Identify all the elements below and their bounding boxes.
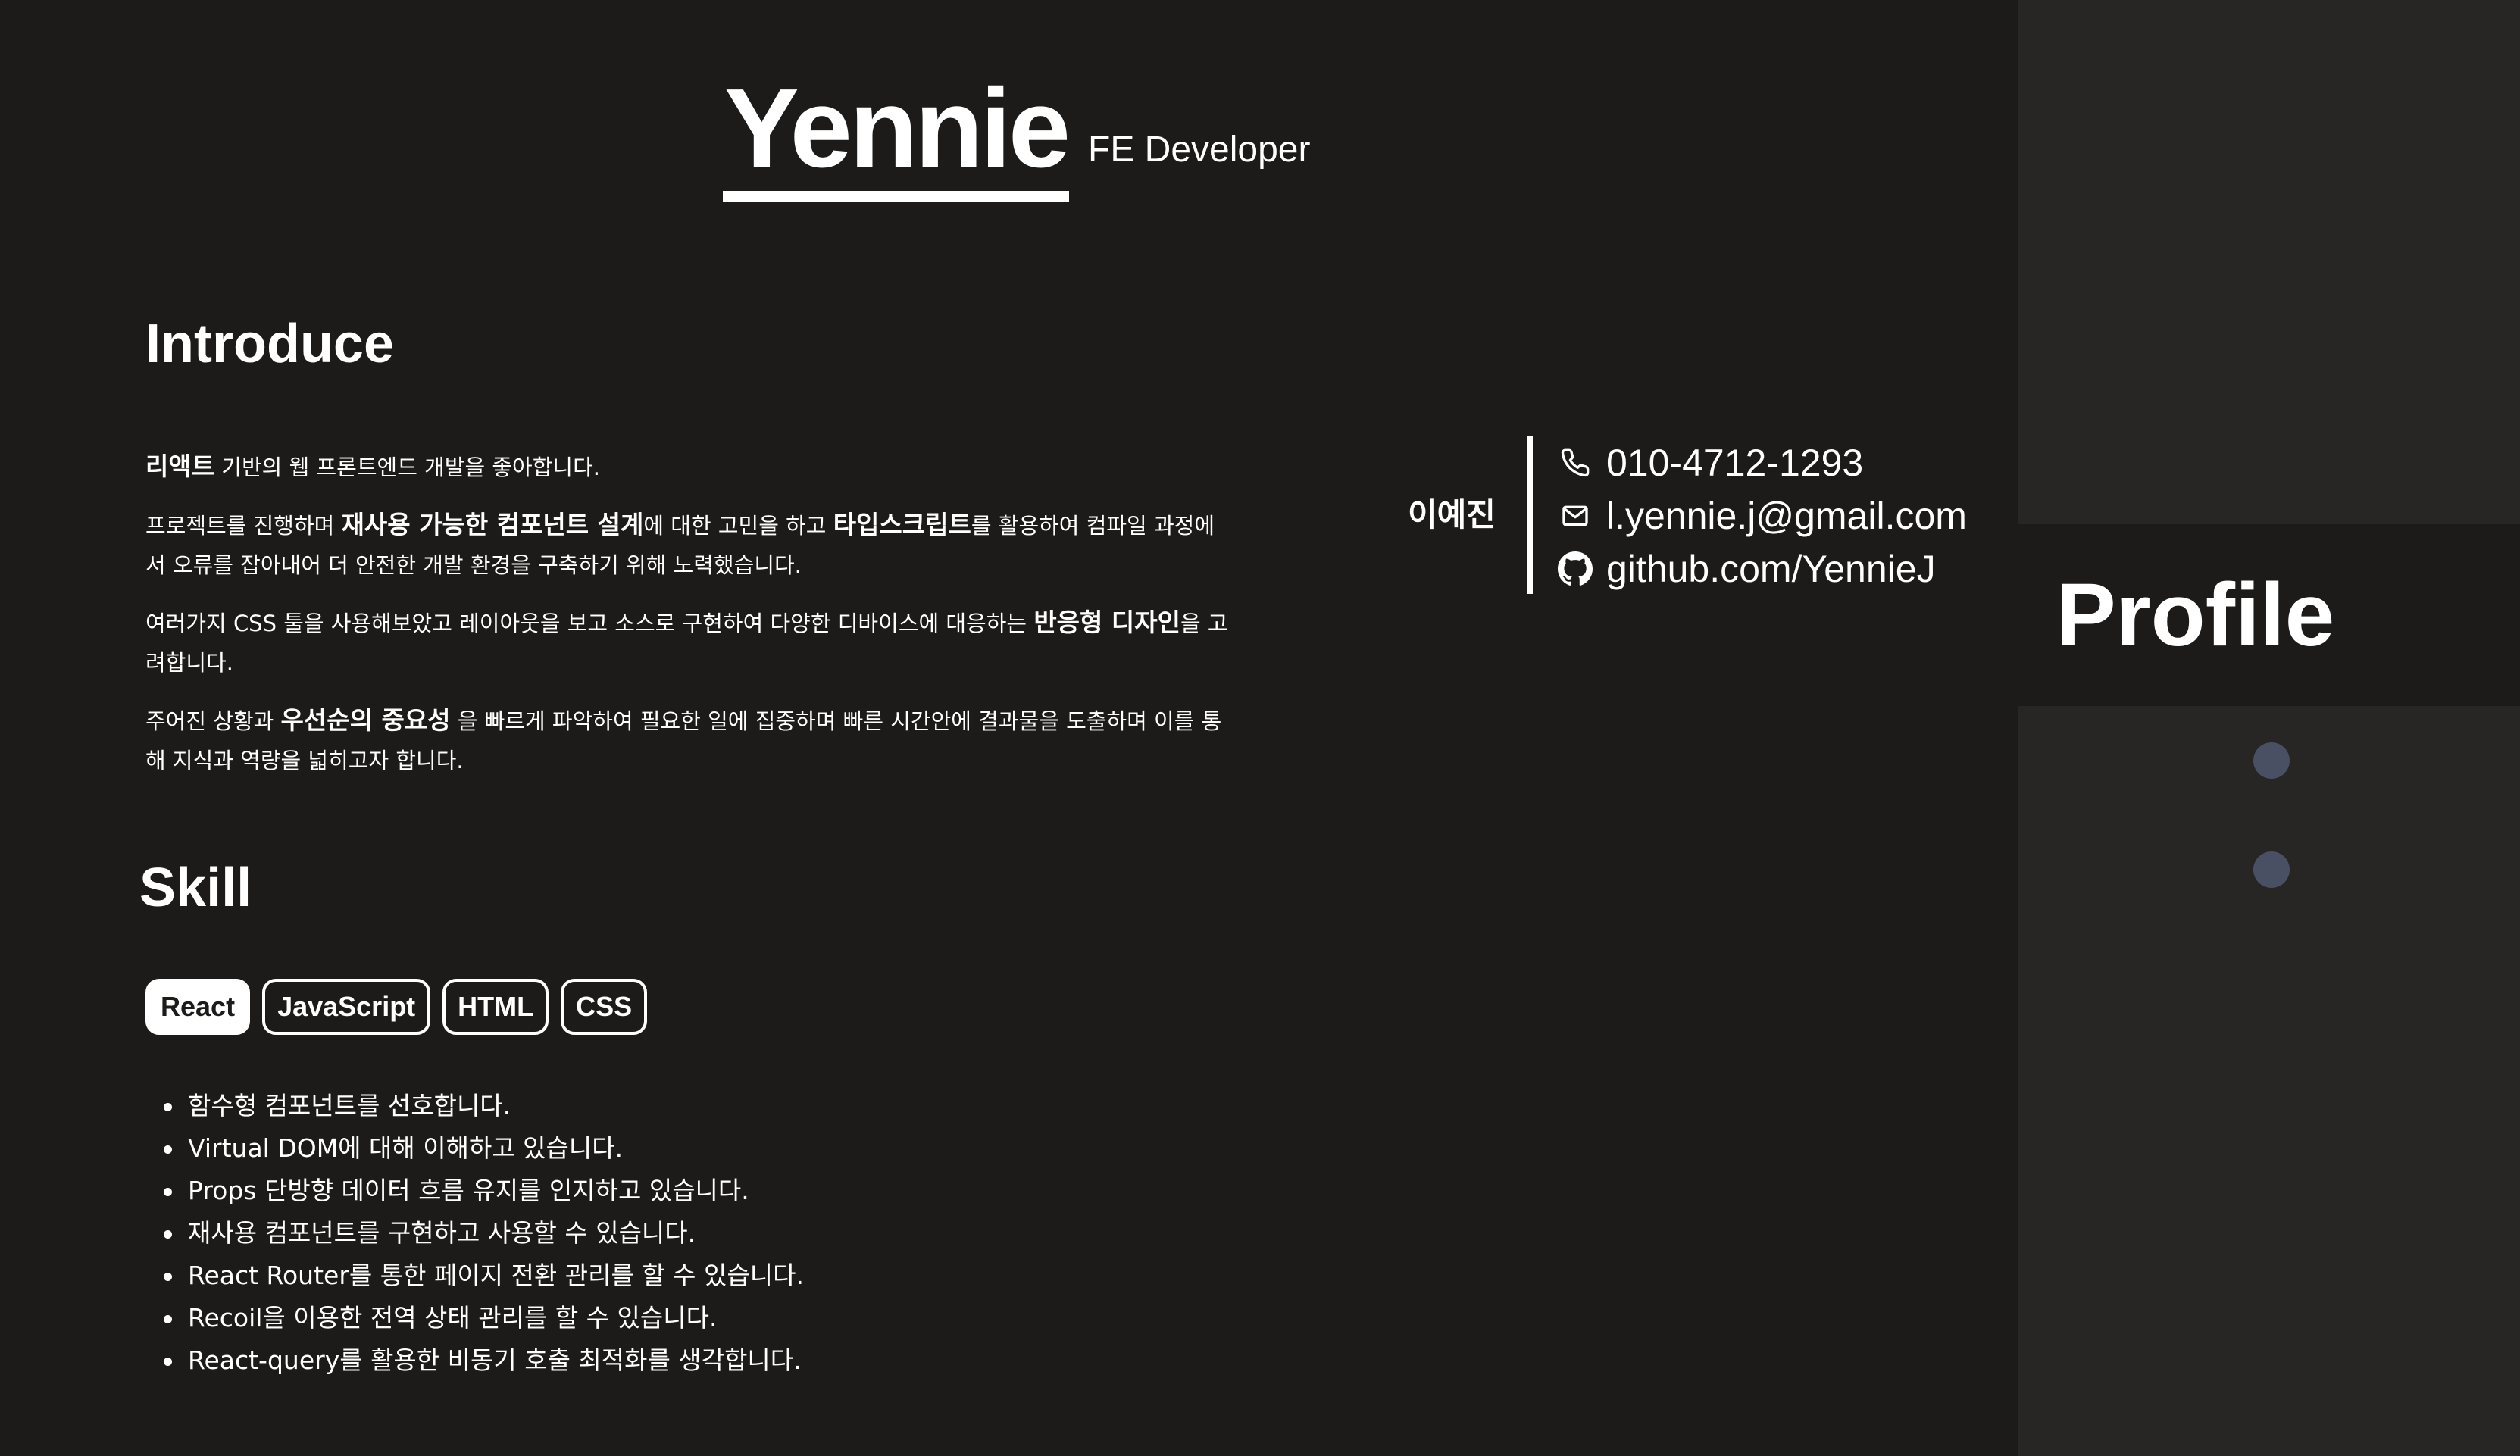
highlight-text: 반응형 디자인 bbox=[1033, 608, 1180, 637]
sidebar-title-band: Profile bbox=[2018, 524, 2520, 706]
skill-item: React Router를 통한 페이지 전환 관리를 할 수 있습니다. bbox=[145, 1254, 804, 1297]
introduce-text: 리액트 기반의 웹 프론트엔드 개발을 좋아합니다. 프로젝트를 진행하며 재사용… bbox=[145, 447, 1229, 798]
contact-divider bbox=[1527, 436, 1533, 594]
contact-email: l.yennie.j@gmail.com bbox=[1556, 489, 1967, 542]
skill-item: 재사용 컴포넌트를 구현하고 사용할 수 있습니다. bbox=[145, 1212, 804, 1254]
github-icon bbox=[1556, 550, 1594, 588]
job-role: FE Developer bbox=[1088, 130, 1311, 170]
skill-item: React-query를 활용한 비동기 호출 최적화를 생각합니다. bbox=[145, 1339, 804, 1382]
paragraph-text: 프로젝트를 진행하며 bbox=[145, 513, 342, 539]
skill-tab-react[interactable]: React bbox=[145, 979, 251, 1035]
page-title: Yennie bbox=[723, 68, 1071, 202]
contact-github: github.com/YennieJ bbox=[1556, 542, 1967, 595]
skill-tab-html[interactable]: HTML bbox=[442, 979, 549, 1035]
contact-phone: 010-4712-1293 bbox=[1556, 436, 1967, 489]
introduce-paragraph: 주어진 상황과 우선순의 중요성 을 빠르게 파악하여 필요한 일에 집중하며 … bbox=[145, 701, 1229, 780]
contact-list: 010-4712-1293 l.yennie.j@gmail.com githu… bbox=[1556, 436, 1967, 595]
nav-dot-2[interactable] bbox=[2253, 851, 2290, 888]
korean-name: 이예진 bbox=[1408, 496, 1496, 533]
phone-number[interactable]: 010-4712-1293 bbox=[1606, 436, 1863, 489]
paragraph-text: 기반의 웹 프론트엔드 개발을 좋아합니다. bbox=[214, 455, 600, 480]
introduce-paragraph: 여러가지 CSS 툴을 사용해보았고 레이아웃을 보고 소스로 구현하여 다양한… bbox=[145, 603, 1229, 683]
resume-main: Yennie FE Developer Introduce 리액트 기반의 웹 … bbox=[0, 0, 2018, 1456]
skill-tab-css[interactable]: CSS bbox=[561, 979, 648, 1035]
introduce-paragraph: 프로젝트를 진행하며 재사용 가능한 컴포넌트 설계에 대한 고민을 하고 타입… bbox=[145, 505, 1229, 585]
paragraph-text: 에 대한 고민을 하고 bbox=[643, 513, 833, 539]
skill-item: Recoil을 이용한 전역 상태 관리를 할 수 있습니다. bbox=[145, 1297, 804, 1339]
sidebar-title: Profile bbox=[2056, 565, 2335, 665]
skill-item: Props 단방향 데이터 흐름 유지를 인지하고 있습니다. bbox=[145, 1170, 804, 1212]
highlight-text: 재사용 가능한 컴포넌트 설계 bbox=[341, 510, 644, 539]
github-link[interactable]: github.com/YennieJ bbox=[1606, 542, 1936, 595]
section-title-skill: Skill bbox=[139, 858, 252, 918]
highlight-text: 우선순의 중요성 bbox=[280, 705, 451, 735]
paragraph-text: 주어진 상황과 bbox=[145, 708, 281, 734]
skill-tab-javascript[interactable]: JavaScript bbox=[262, 979, 431, 1035]
introduce-paragraph: 리액트 기반의 웹 프론트엔드 개발을 좋아합니다. bbox=[145, 447, 1229, 487]
nav-dot-1[interactable] bbox=[2253, 742, 2290, 779]
skill-item: 함수형 컴포넌트를 선호합니다. bbox=[145, 1085, 804, 1127]
phone-icon bbox=[1556, 444, 1594, 482]
section-title-introduce: Introduce bbox=[145, 314, 395, 374]
highlight-text: 타입스크립트 bbox=[833, 510, 971, 539]
skill-list: 함수형 컴포넌트를 선호합니다. Virtual DOM에 대해 이해하고 있습니… bbox=[145, 1085, 804, 1382]
skill-tabs: React JavaScript HTML CSS bbox=[145, 979, 648, 1035]
paragraph-text: 여러가지 CSS 툴을 사용해보았고 레이아웃을 보고 소스로 구현하여 다양한… bbox=[145, 611, 1034, 636]
highlight-text: 리액트 bbox=[145, 451, 215, 481]
mail-icon bbox=[1556, 497, 1594, 535]
email-link[interactable]: l.yennie.j@gmail.com bbox=[1606, 489, 1967, 542]
skill-item: Virtual DOM에 대해 이해하고 있습니다. bbox=[145, 1127, 804, 1170]
sidebar: Profile bbox=[2018, 0, 2520, 1456]
